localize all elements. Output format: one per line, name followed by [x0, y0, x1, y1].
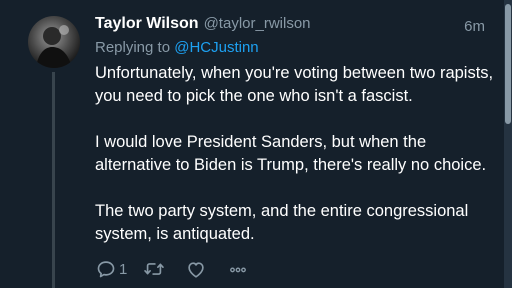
tweet-content: Taylor Wilson @taylor_rwilson 6m Replyin…	[95, 15, 497, 246]
tweet-paragraph: Unfortunately, when you're voting betwee…	[95, 64, 494, 105]
tweet-actions: 1	[95, 258, 249, 280]
tweet-paragraph: I would love President Sanders, but when…	[95, 133, 487, 174]
thread-line	[52, 72, 55, 288]
tweet-header: Taylor Wilson @taylor_rwilson	[95, 15, 497, 37]
author-handle[interactable]: @taylor_rwilson	[204, 15, 311, 32]
tweet-card: Taylor Wilson @taylor_rwilson 6m Replyin…	[0, 0, 512, 288]
more-icon	[230, 267, 247, 273]
replying-to-mention[interactable]: @HCJustinn	[174, 39, 258, 56]
reply-icon	[97, 261, 115, 278]
tweet-paragraph: The two party system, and the entire con…	[95, 202, 469, 243]
scrollbar-thumb[interactable]	[505, 4, 511, 124]
replying-to-label: Replying to	[95, 39, 175, 56]
tweet-text: Unfortunately, when you're voting betwee…	[95, 62, 497, 246]
like-button[interactable]	[185, 258, 207, 280]
avatar-image	[28, 16, 80, 68]
scrollbar[interactable]	[504, 0, 512, 288]
more-button[interactable]	[227, 258, 249, 280]
reply-count: 1	[119, 260, 128, 278]
reply-button[interactable]: 1	[95, 258, 127, 280]
retweet-button[interactable]	[143, 258, 165, 280]
heart-icon	[188, 262, 205, 278]
retweet-icon	[144, 263, 165, 275]
author-name[interactable]: Taylor Wilson	[95, 15, 199, 33]
replying-to: Replying to @HCJustinn	[95, 39, 497, 59]
person-silhouette-icon	[36, 25, 72, 68]
tweet-timestamp[interactable]: 6m	[464, 18, 485, 35]
avatar[interactable]	[28, 16, 80, 68]
